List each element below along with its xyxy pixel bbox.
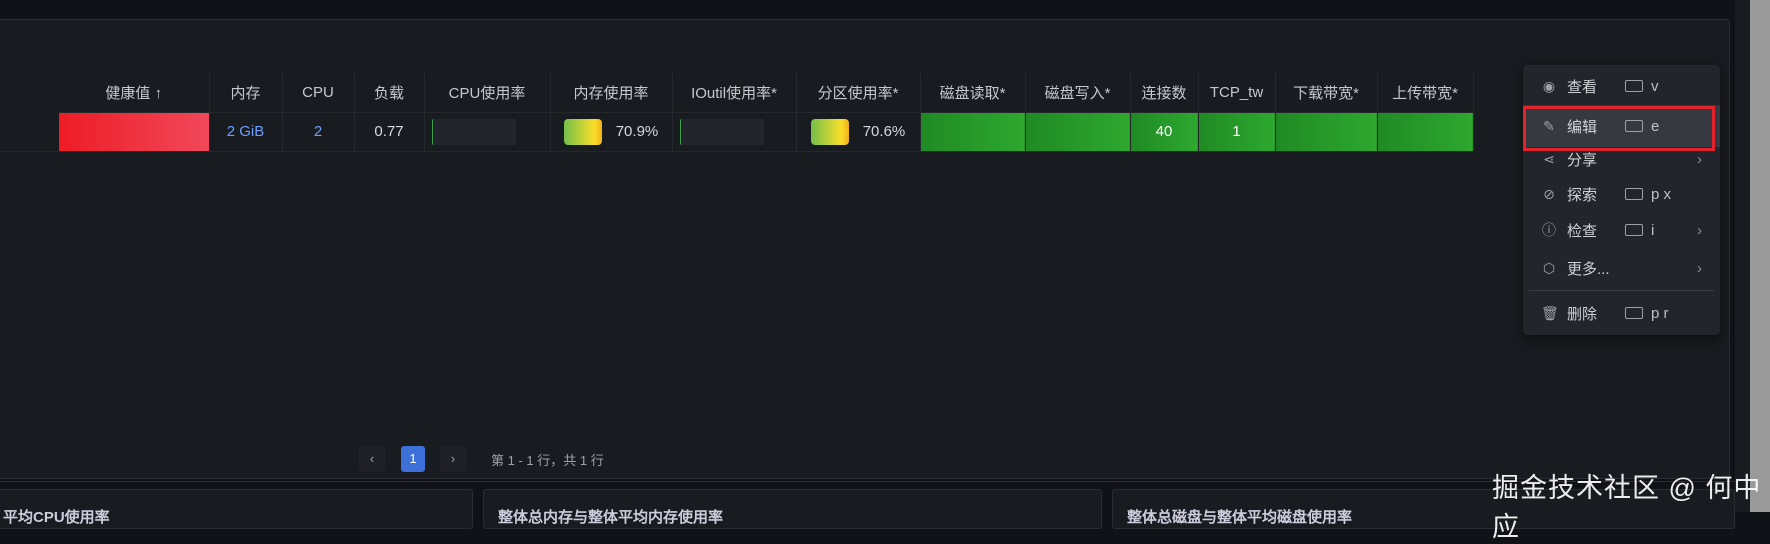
panel-memory[interactable]: 整体总内存与整体平均内存使用率 <box>483 489 1102 529</box>
partition-value: 70.6% <box>862 122 906 140</box>
mem-usage-cell: 70.9% <box>550 112 673 152</box>
keyboard-icon <box>1625 188 1643 200</box>
keyboard-icon <box>1625 224 1643 236</box>
tcp-tw-cell: 1 <box>1198 112 1276 152</box>
col-load[interactable]: 负载 <box>354 73 425 113</box>
menu-label: 分享 <box>1567 151 1598 169</box>
watermark: 掘金技术社区 @ 何中应 <box>1492 473 1762 542</box>
cpu-usage-cell <box>424 112 551 152</box>
partition-gauge <box>810 118 849 145</box>
chevron-right-icon: › <box>1697 221 1702 239</box>
highlight-box <box>1523 106 1715 151</box>
menu-item-explore[interactable]: ⊘ 探索 p x <box>1523 176 1720 212</box>
col-mem-usage[interactable]: 内存使用率 <box>550 73 673 113</box>
col-partition[interactable]: 分区使用率* <box>796 73 921 113</box>
menu-item-more[interactable]: ⬡ 更多... › <box>1523 250 1720 286</box>
download-cell <box>1275 112 1378 152</box>
cube-icon: ⬡ <box>1542 259 1556 276</box>
col-cpu[interactable]: CPU <box>282 73 355 113</box>
mem-usage-gauge <box>563 118 602 145</box>
partition-cell: 70.6% <box>796 112 921 152</box>
table-row: 2 GiB 2 0.77 70.9% 70.6% 40 1 <box>59 112 1474 152</box>
ioutil-cell <box>672 112 797 152</box>
disk-read-cell <box>920 112 1026 152</box>
cpu-usage-bar <box>431 118 516 145</box>
health-cell <box>59 112 210 152</box>
keyboard-icon <box>1625 80 1643 92</box>
prev-page-button[interactable]: ‹ <box>359 446 385 472</box>
col-tcp-tw[interactable]: TCP_tw <box>1198 73 1276 113</box>
col-disk-read[interactable]: 磁盘读取* <box>920 73 1026 113</box>
info-icon: ⓘ <box>1542 222 1556 238</box>
memory-cell[interactable]: 2 GiB <box>209 112 283 152</box>
menu-label: 删除 <box>1567 305 1598 323</box>
col-download[interactable]: 下载带宽* <box>1275 73 1378 113</box>
keyboard-icon <box>1625 307 1643 319</box>
load-cell: 0.77 <box>354 112 425 152</box>
col-health[interactable]: 健康值 ↑ <box>59 73 210 113</box>
disk-write-cell <box>1025 112 1131 152</box>
row-lead-cell <box>0 112 59 152</box>
chevron-right-icon: › <box>1697 150 1702 168</box>
panel-avg-cpu[interactable]: 平均CPU使用率 <box>0 489 473 529</box>
menu-shortcut: p r <box>1651 304 1669 322</box>
col-memory[interactable]: 内存 <box>209 73 283 113</box>
compass-icon: ⊘ <box>1543 185 1555 202</box>
eye-icon: ◉ <box>1542 77 1556 94</box>
ioutil-bar <box>679 118 764 145</box>
menu-label: 更多... <box>1567 260 1610 278</box>
menu-shortcut: v <box>1651 77 1659 95</box>
page-gutter <box>1735 0 1750 512</box>
col-cpu-usage[interactable]: CPU使用率 <box>424 73 551 113</box>
next-page-button[interactable]: › <box>440 446 466 472</box>
panel-divider <box>0 481 1735 482</box>
col-disk-write[interactable]: 磁盘写入* <box>1025 73 1131 113</box>
connections-cell: 40 <box>1130 112 1199 152</box>
col-connections[interactable]: 连接数 <box>1130 73 1199 113</box>
menu-label: 探索 <box>1567 186 1598 204</box>
menu-shortcut: i <box>1651 221 1655 239</box>
upload-cell <box>1377 112 1474 152</box>
menu-divider <box>1529 290 1714 291</box>
col-upload[interactable]: 上传带宽* <box>1377 73 1474 113</box>
menu-shortcut: p x <box>1651 185 1672 203</box>
share-icon: ⋖ <box>1543 150 1555 167</box>
menu-item-delete[interactable]: 🗑 删除 p r <box>1523 295 1720 331</box>
chevron-right-icon: › <box>1697 259 1702 277</box>
menu-item-inspect[interactable]: ⓘ 检查 i › <box>1523 212 1720 248</box>
pagination: ‹ 1 › 第 1 - 1 行，共 1 行 <box>0 446 700 472</box>
menu-label: 检查 <box>1567 222 1598 240</box>
pagination-summary: 第 1 - 1 行，共 1 行 <box>491 452 604 468</box>
col-ioutil[interactable]: IOutil使用率* <box>672 73 797 113</box>
menu-item-view[interactable]: ◉ 查看 v <box>1523 68 1720 104</box>
scrollbar[interactable] <box>1750 0 1770 512</box>
trash-icon: 🗑 <box>1541 304 1559 321</box>
page-1-button[interactable]: 1 <box>401 446 425 472</box>
mem-usage-value: 70.9% <box>615 122 659 140</box>
cpu-cell[interactable]: 2 <box>282 112 355 152</box>
menu-label: 查看 <box>1567 78 1598 96</box>
hosts-table: 健康值 ↑ 内存 CPU 负载 CPU使用率 内存使用率 IOutil使用率* … <box>59 73 1474 152</box>
